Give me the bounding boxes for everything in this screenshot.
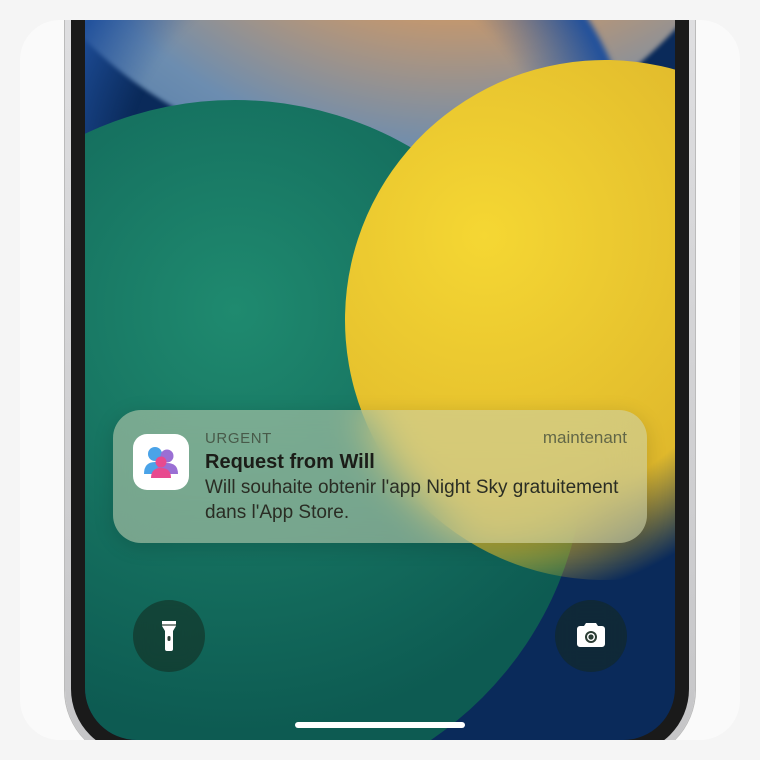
camera-button[interactable] [555, 600, 627, 672]
phone-frame: URGENT maintenant Request from Will Will… [65, 20, 695, 740]
notification-content: URGENT maintenant Request from Will Will… [205, 428, 627, 525]
notification-title: Request from Will [205, 451, 627, 474]
flashlight-icon [156, 619, 182, 653]
notification-card[interactable]: URGENT maintenant Request from Will Will… [113, 410, 647, 543]
phone-bezel: URGENT maintenant Request from Will Will… [71, 20, 689, 740]
image-canvas: URGENT maintenant Request from Will Will… [20, 20, 740, 740]
lock-screen[interactable]: URGENT maintenant Request from Will Will… [85, 20, 675, 740]
camera-icon [574, 622, 608, 650]
lock-screen-quick-actions [85, 600, 675, 672]
family-sharing-icon [133, 434, 189, 490]
flashlight-button[interactable] [133, 600, 205, 672]
notification-body: Will souhaite obtenir l'app Night Sky gr… [205, 476, 627, 525]
home-indicator[interactable] [295, 722, 465, 728]
notification-category: URGENT [205, 430, 272, 447]
notification-timestamp: maintenant [543, 428, 627, 448]
